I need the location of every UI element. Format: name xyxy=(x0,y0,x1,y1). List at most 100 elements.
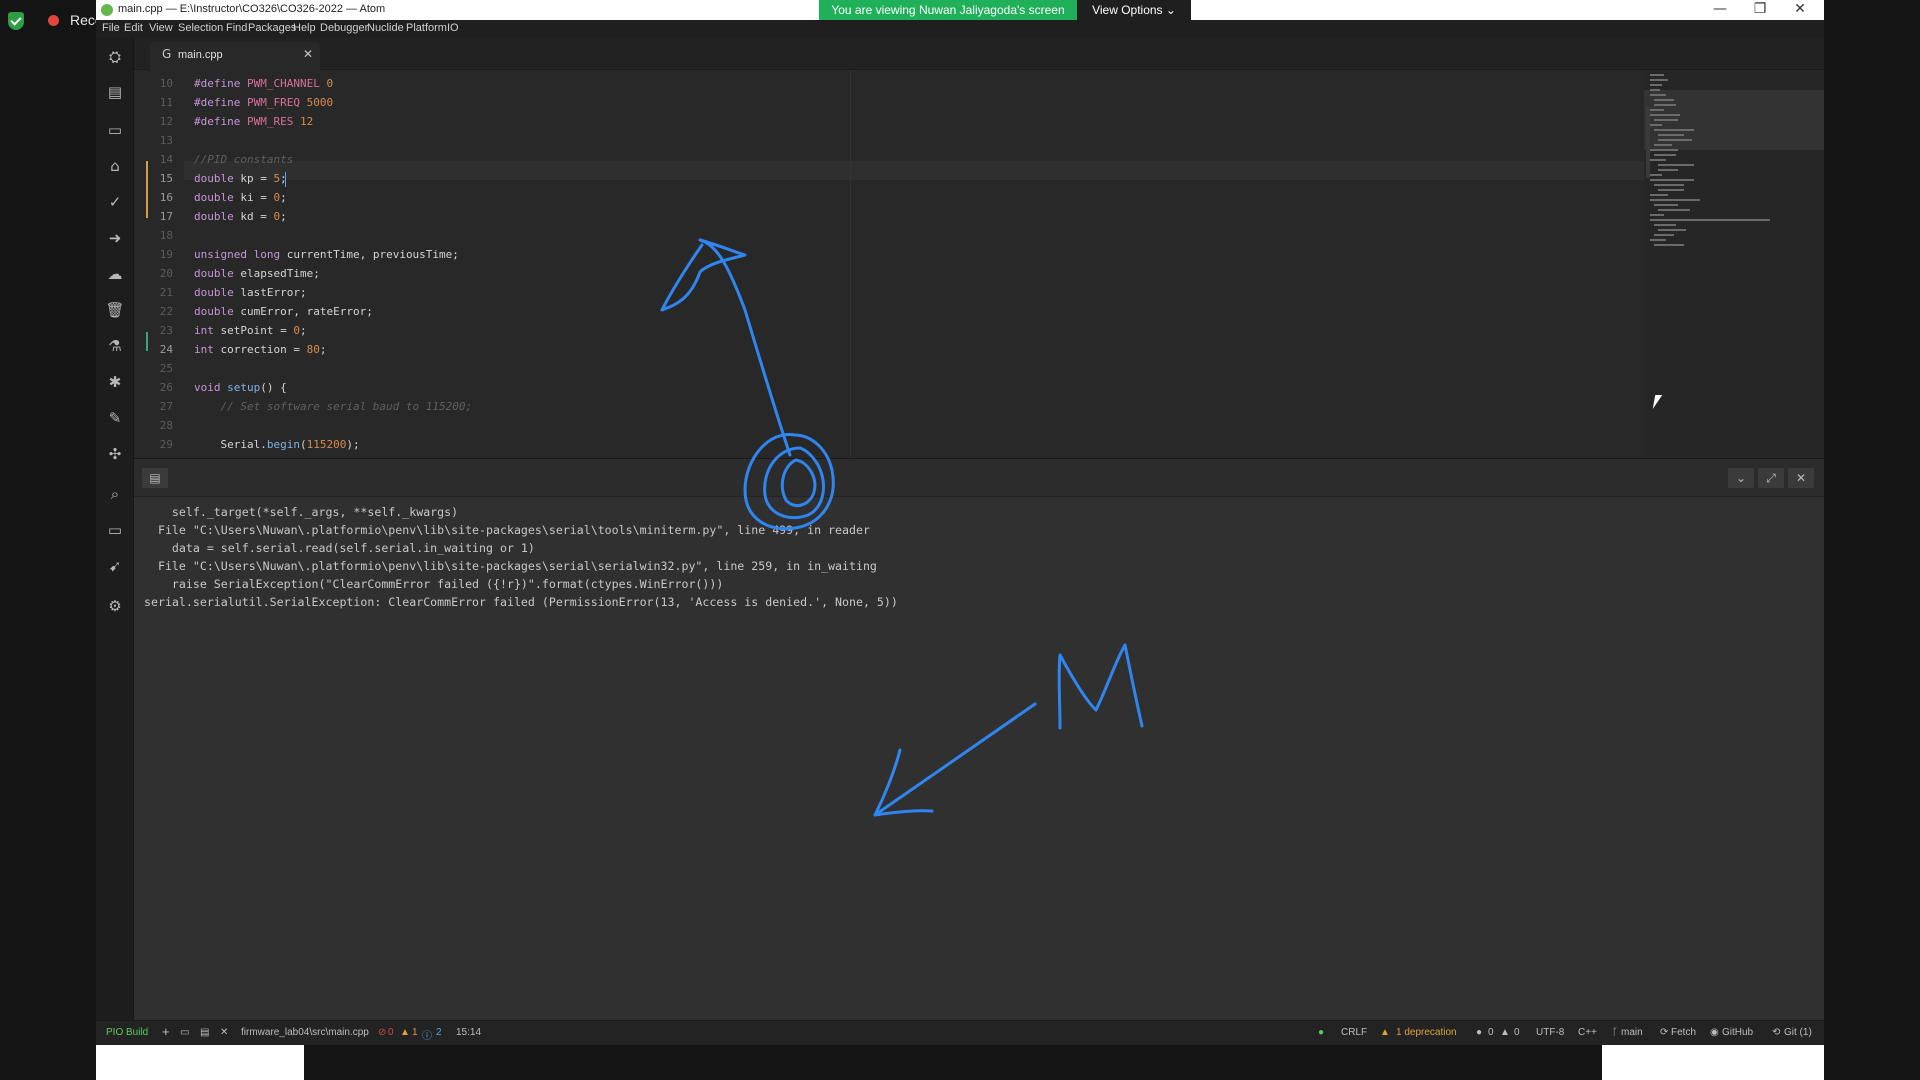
code-area[interactable]: #define PWM_CHANNEL 0 #define PWM_FREQ 50… xyxy=(194,70,1634,458)
code-line[interactable]: #define PWM_CHANNEL 0 xyxy=(194,77,1594,90)
git-button[interactable]: Git (1) xyxy=(1784,1027,1812,1038)
menu-file[interactable]: File xyxy=(102,22,120,34)
minimap[interactable] xyxy=(1644,70,1824,458)
deprecation-warning-icon[interactable]: ▲ xyxy=(1380,1027,1390,1038)
atom-window: main.cpp — E:\Instructor\CO326\CO326-202… xyxy=(96,0,1824,1045)
cursor-position[interactable]: 15:14 xyxy=(456,1027,481,1038)
line-ending[interactable]: CRLF xyxy=(1341,1027,1367,1038)
edit-icon[interactable]: ✎ xyxy=(103,406,127,430)
maximize-icon[interactable]: ⤢ xyxy=(1758,468,1784,488)
code-line[interactable]: double kd = 0; xyxy=(194,210,1594,223)
deprecation-count[interactable]: 1 deprecation xyxy=(1396,1027,1457,1038)
warning-icon[interactable]: ▲ xyxy=(400,1027,410,1038)
terminal-output[interactable]: self._target(*self._args, **self._kwargs… xyxy=(144,505,1814,1005)
menu-help[interactable]: Help xyxy=(293,22,316,34)
terminal-icon[interactable]: ▭ xyxy=(103,118,127,142)
grammar-selector[interactable]: C++ xyxy=(1578,1027,1597,1038)
close-terminal-icon[interactable]: ✕ xyxy=(220,1027,228,1038)
code-line[interactable]: #define PWM_RES 12 xyxy=(194,115,1594,128)
terminal-list-icon[interactable]: ▤ xyxy=(200,1027,209,1038)
minimap-line xyxy=(1650,179,1694,181)
code-line[interactable]: void setup() { xyxy=(194,381,1594,394)
minimap-line xyxy=(1654,234,1674,236)
code-line[interactable]: double cumError, rateError; xyxy=(194,305,1594,318)
shared-taskbar-segment xyxy=(96,1045,304,1080)
github-icon[interactable]: ◉ xyxy=(1710,1027,1719,1038)
code-line[interactable]: int setPoint = 0; xyxy=(194,324,1594,337)
line-number: 17 xyxy=(159,210,173,223)
editor-scrollbar[interactable] xyxy=(1646,106,1650,178)
plugins-icon[interactable]: ✣ xyxy=(103,442,127,466)
github-button[interactable]: GitHub xyxy=(1722,1027,1753,1038)
error-count: 0 xyxy=(388,1027,394,1038)
menu-view[interactable]: View xyxy=(149,22,173,34)
info-icon[interactable]: ⓘ xyxy=(422,1027,432,1042)
menu-packages[interactable]: Packages xyxy=(248,22,296,34)
menu-platformio[interactable]: PlatformIO xyxy=(406,22,459,34)
chevron-down-icon[interactable]: ⌄ xyxy=(1728,468,1754,488)
code-line[interactable]: double ki = 0; xyxy=(194,191,1594,204)
test-flask-icon[interactable]: ⚗ xyxy=(103,334,127,358)
home-icon[interactable]: ⌂ xyxy=(103,154,127,178)
fetch-icon[interactable]: ⟳ xyxy=(1660,1027,1668,1038)
error-icon[interactable]: ⊘ xyxy=(378,1027,386,1038)
git-branch-icon[interactable]: ᚴ xyxy=(1612,1027,1618,1038)
screen-share-frame-left: Recording xyxy=(0,0,134,1080)
cloud-upload-icon[interactable]: ☁ xyxy=(103,262,127,286)
status-file-path[interactable]: firmware_lab04\src\main.cpp xyxy=(241,1027,369,1038)
code-line[interactable]: Serial.begin(115200); xyxy=(194,438,1594,451)
menu-edit[interactable]: Edit xyxy=(124,22,143,34)
git-branch[interactable]: main xyxy=(1621,1027,1643,1038)
menu-debugger[interactable]: Debugger xyxy=(320,22,368,34)
minimap-line xyxy=(1650,114,1680,116)
fetch-button[interactable]: Fetch xyxy=(1671,1027,1696,1038)
code-line[interactable]: double kp = 5; xyxy=(194,172,1594,185)
new-terminal-icon[interactable]: + xyxy=(162,1024,170,1039)
upload-arrow-icon[interactable]: ➜ xyxy=(103,226,127,250)
project-icon[interactable]: ▤ xyxy=(103,80,127,104)
line-number: 18 xyxy=(159,229,173,242)
title-bar: main.cpp — E:\Instructor\CO326\CO326-202… xyxy=(96,0,1824,21)
menu-nuclide[interactable]: Nuclide xyxy=(367,22,404,34)
search-icon[interactable]: ⌕ xyxy=(103,482,127,506)
code-line[interactable]: unsigned long currentTime, previousTime; xyxy=(194,248,1594,261)
code-line[interactable]: #define PWM_FREQ 5000 xyxy=(194,96,1594,109)
code-line[interactable]: //PID constants xyxy=(194,153,1594,166)
restore-icon[interactable]: ❐ xyxy=(1740,0,1780,20)
minimap-line xyxy=(1654,244,1684,246)
terminal-line: data = self.serial.read(self.serial.in_w… xyxy=(144,541,535,555)
minimap-line xyxy=(1654,119,1678,121)
pio-build-button[interactable]: PIO Build xyxy=(106,1027,148,1038)
code-line[interactable]: double lastError; xyxy=(194,286,1594,299)
close-window-icon[interactable]: ✕ xyxy=(1780,0,1820,20)
settings-gear-icon[interactable]: ⚙ xyxy=(103,594,127,618)
minimize-icon[interactable]: — xyxy=(1700,0,1740,20)
file-encoding[interactable]: UTF-8 xyxy=(1536,1027,1564,1038)
deploy-icon[interactable]: ➹ xyxy=(103,554,127,578)
close-panel-icon[interactable]: ✕ xyxy=(1788,468,1814,488)
trash-icon[interactable]: 🗑 xyxy=(103,298,127,322)
issues-error-icon[interactable]: ● xyxy=(1476,1027,1482,1038)
view-options-button[interactable]: View Options ⌄ xyxy=(1077,0,1191,21)
bug-icon[interactable]: ✱ xyxy=(103,370,127,394)
minimap-line xyxy=(1654,104,1676,106)
minimap-line xyxy=(1654,129,1694,131)
close-tab-icon[interactable]: ✕ xyxy=(303,47,313,61)
menu-find[interactable]: Find xyxy=(226,22,247,34)
split-terminal-icon[interactable]: ▭ xyxy=(180,1027,189,1038)
code-line[interactable]: int correction = 80; xyxy=(194,343,1594,356)
tab-main-cpp[interactable]: G main.cpp ✕ xyxy=(150,42,320,70)
issues-warning-icon[interactable]: ▲ xyxy=(1500,1027,1510,1038)
menu-selection[interactable]: Selection xyxy=(178,22,223,34)
minimap-line xyxy=(1650,149,1678,151)
code-line[interactable]: double elapsedTime; xyxy=(194,267,1594,280)
platformio-icon[interactable]: ⛭ xyxy=(103,45,127,69)
minimap-line xyxy=(1654,99,1674,101)
code-editor[interactable]: 10 11 12 13 14 15 16 17 18 19 20 21 22 23 24 25 26 27 28 29… xyxy=(134,70,1644,458)
terminal-panel-header: ▤ ⌄ ⤢ ✕ xyxy=(134,459,1824,497)
serial-monitor-icon[interactable]: ▭ xyxy=(103,518,127,542)
terminal-icon[interactable]: ▤ xyxy=(142,468,168,488)
build-check-icon[interactable]: ✓ xyxy=(103,190,127,214)
code-line[interactable]: // Set software serial baud to 115200; xyxy=(194,400,1594,413)
git-icon[interactable]: ⟲ xyxy=(1772,1027,1780,1038)
